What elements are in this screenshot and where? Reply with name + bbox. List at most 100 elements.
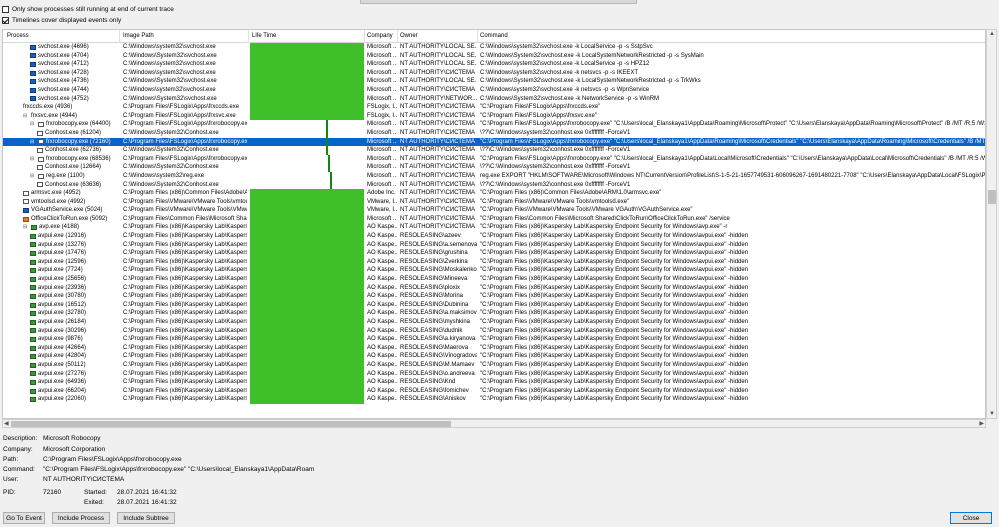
- scroll-right-icon[interactable]: ▶: [979, 420, 984, 428]
- table-row[interactable]: avpui.exe (12596) C:\Program Files (x86)\…: [3, 257, 985, 267]
- table-row[interactable]: frxccds.exe (4936) C:\Program Files\FSLog…: [3, 103, 985, 112]
- table-row[interactable]: avpui.exe (27276) C:\Program Files (x86)\…: [3, 369, 985, 379]
- table-row[interactable]: avpui.exe (9876) C:\Program Files (x86)\K…: [3, 335, 985, 344]
- table-row[interactable]: avpui.exe (50112) C:\Program Files (x86)\…: [3, 360, 985, 370]
- go-to-event-button[interactable]: Go To Event: [3, 512, 45, 524]
- process-name: avpui.exe (12596): [38, 258, 87, 265]
- table-row[interactable]: VGAuthService.exe (5024) C:\Program Files…: [3, 206, 985, 215]
- table-row[interactable]: avpui.exe (25656) C:\Program Files (x86)\…: [3, 275, 985, 284]
- table-row[interactable]: avpui.exe (23936) C:\Program Files (x86)\…: [3, 283, 985, 293]
- table-row[interactable]: svchost.exe (4736) C:\Windows\System32\sv…: [3, 77, 985, 86]
- scroll-left-icon[interactable]: ◀: [4, 420, 9, 428]
- cell-command: C:\Windows\system32\svchost.exe -k netsv…: [480, 86, 650, 93]
- table-row[interactable]: avpui.exe (22060) C:\Program Files (x86)\…: [3, 395, 985, 404]
- table-row[interactable]: armsvc.exe (4952) C:\Program Files (x86)\…: [3, 189, 985, 198]
- running-only-checkbox[interactable]: [2, 5, 9, 13]
- table-row[interactable]: vmtoolsd.exe (4992) C:\Program Files\VMwa…: [3, 197, 985, 207]
- collapse-toggle-icon[interactable]: ⊟: [30, 120, 36, 129]
- cell-process: svchost.exe (4712): [30, 60, 119, 69]
- scroll-up-icon[interactable]: ▲: [987, 30, 997, 38]
- column-header-life-time[interactable]: Life Time: [252, 33, 276, 39]
- cell-command: "C:\Program Files\Common Files\Microsoft…: [480, 215, 730, 222]
- column-header-command[interactable]: Command: [480, 33, 508, 39]
- table-row[interactable]: ⊟ frxrobocopy.exe (64400) C:\Program Files…: [3, 120, 985, 129]
- table-row[interactable]: avpui.exe (30780) C:\Program Files (x86)\…: [3, 292, 985, 301]
- cell-image-path: C:\Program Files (x86)\Kaspersky Lab\Kas…: [123, 379, 247, 386]
- process-icon: [37, 130, 43, 136]
- life-time-bar: [250, 292, 364, 301]
- table-row[interactable]: svchost.exe (4696) C:\Windows\system32\sv…: [3, 43, 985, 52]
- table-row[interactable]: avpui.exe (64936) C:\Program Files (x86)\…: [3, 378, 985, 387]
- table-row[interactable]: ⊟ avp.exe (4188) C:\Program Files (x86)\Ka…: [3, 223, 985, 233]
- cell-process: avpui.exe (27276): [30, 370, 119, 379]
- table-row[interactable]: avpui.exe (16512) C:\Program Files (x86)\…: [3, 300, 985, 310]
- include-process-button[interactable]: Include Process: [52, 512, 110, 524]
- table-row[interactable]: ⊟ frxsvc.exe (4944) C:\Program Files\FSLog…: [3, 111, 985, 121]
- table-row[interactable]: ⊟ reg.exe (1100) C:\Windows\system32\reg.e…: [3, 171, 985, 181]
- cell-process: avpui.exe (30780): [30, 292, 119, 301]
- scroll-down-icon[interactable]: ▼: [987, 410, 997, 418]
- collapse-toggle-icon[interactable]: ⊟: [30, 172, 36, 181]
- cell-process: svchost.exe (4728): [30, 69, 119, 78]
- table-row[interactable]: avpui.exe (26184) C:\Program Files (x86)\…: [3, 318, 985, 327]
- collapse-toggle-icon[interactable]: ⊟: [23, 223, 29, 232]
- column-header-image-path[interactable]: Image Path: [123, 33, 154, 39]
- cell-company: Microsoft ...: [367, 147, 397, 154]
- process-name: Conhost.exe (61204): [45, 129, 102, 136]
- cell-image-path: C:\Program Files (x86)\Kaspersky Lab\Kas…: [123, 361, 247, 368]
- cell-owner: NT AUTHORITY\СИСТЕМА: [400, 129, 476, 136]
- table-row[interactable]: avpui.exe (42664) C:\Program Files (x86)\…: [3, 343, 985, 353]
- table-row[interactable]: avpui.exe (17476) C:\Program Files (x86)\…: [3, 249, 985, 258]
- process-name: avp.exe (4188): [39, 224, 80, 231]
- table-row[interactable]: svchost.exe (4744) C:\Windows\system32\sv…: [3, 85, 985, 95]
- table-row[interactable]: avpui.exe (42804) C:\Program Files (x86)\…: [3, 352, 985, 361]
- horizontal-scroll-thumb[interactable]: [11, 421, 451, 427]
- table-row[interactable]: avpui.exe (12916) C:\Program Files (x86)\…: [3, 232, 985, 241]
- table-row[interactable]: svchost.exe (4704) C:\Windows\System32\sv…: [3, 51, 985, 61]
- cell-process: OfficeClickToRun.exe (5092): [23, 215, 119, 224]
- close-button[interactable]: Close: [950, 512, 992, 524]
- vertical-scroll-thumb[interactable]: [988, 190, 996, 204]
- include-subtree-button[interactable]: Include Subtree: [117, 512, 175, 524]
- cell-image-path: C:\Windows\system32\svchost.exe: [123, 44, 216, 50]
- collapse-toggle-icon[interactable]: ⊟: [30, 138, 36, 147]
- table-row[interactable]: svchost.exe (4728) C:\Windows\system32\sv…: [3, 68, 985, 78]
- table-row[interactable]: avpui.exe (13276) C:\Program Files (x86)\…: [3, 240, 985, 250]
- life-time-bar: [250, 266, 364, 276]
- table-row[interactable]: OfficeClickToRun.exe (5092) C:\Program Fi…: [3, 214, 985, 224]
- process-name: svchost.exe (4696): [38, 44, 89, 50]
- table-row[interactable]: svchost.exe (4712) C:\Windows\system32\sv…: [3, 60, 985, 69]
- table-row[interactable]: avpui.exe (66204) C:\Program Files (x86)\…: [3, 386, 985, 396]
- table-row[interactable]: ⊟ frxrobocopy.exe (68536) C:\Program Files…: [3, 154, 985, 164]
- cell-image-path: C:\Program Files (x86)\Kaspersky Lab\Kas…: [123, 310, 247, 317]
- collapse-toggle-icon[interactable]: ⊟: [30, 155, 36, 164]
- table-row[interactable]: ⊟ frxrobocopy.exe (72160) C:\Program Files…: [3, 137, 985, 147]
- option-timelines-displayed[interactable]: Timelines cover displayed events only: [2, 15, 121, 25]
- cell-command: "C:\Program Files (x86)\Kaspersky Lab\Ka…: [480, 344, 749, 351]
- table-row[interactable]: avpui.exe (7724) C:\Program Files (x86)\K…: [3, 266, 985, 276]
- table-row[interactable]: Conhost.exe (62736) C:\Windows\System32\C…: [3, 146, 985, 155]
- vertical-scrollbar[interactable]: ▲ ▼: [986, 29, 997, 419]
- cell-command: "C:\Program Files\FSLogix\Apps\frxroboco…: [480, 138, 985, 145]
- column-header-company[interactable]: Company: [367, 33, 393, 39]
- column-header-owner[interactable]: Owner: [400, 33, 418, 39]
- cell-company: Microsoft ...: [367, 155, 397, 162]
- horizontal-scrollbar[interactable]: ◀ ▶: [2, 419, 986, 428]
- table-row[interactable]: Conhost.exe (63636) C:\Windows\System32\C…: [3, 180, 985, 190]
- cell-company: Microsoft ...: [367, 215, 397, 222]
- table-row[interactable]: svchost.exe (4752) C:\Windows\System32\sv…: [3, 94, 985, 104]
- collapse-toggle-icon[interactable]: ⊟: [23, 112, 29, 121]
- option-running-only[interactable]: Only show processes still running at end…: [2, 4, 174, 14]
- column-header-process[interactable]: Process: [7, 33, 29, 39]
- table-row[interactable]: Conhost.exe (12664) C:\Windows\System32\C…: [3, 163, 985, 172]
- timelines-checkbox[interactable]: [2, 16, 9, 24]
- table-row[interactable]: avpui.exe (30296) C:\Program Files (x86)\…: [3, 326, 985, 336]
- cell-owner: RESOLEASING\a.semenova: [400, 241, 477, 248]
- table-row[interactable]: Conhost.exe (61204) C:\Windows\System32\C…: [3, 128, 985, 138]
- table-row[interactable]: avpui.exe (32780) C:\Program Files (x86)\…: [3, 309, 985, 318]
- cell-process: avpui.exe (64936): [30, 378, 119, 387]
- process-name: armsvc.exe (4952): [31, 190, 81, 197]
- cell-image-path: C:\Program Files (x86)\Kaspersky Lab\Kas…: [123, 387, 247, 394]
- process-icon: [30, 259, 36, 265]
- cell-command: "C:\Program Files (x86)\Kaspersky Lab\Ka…: [480, 387, 749, 394]
